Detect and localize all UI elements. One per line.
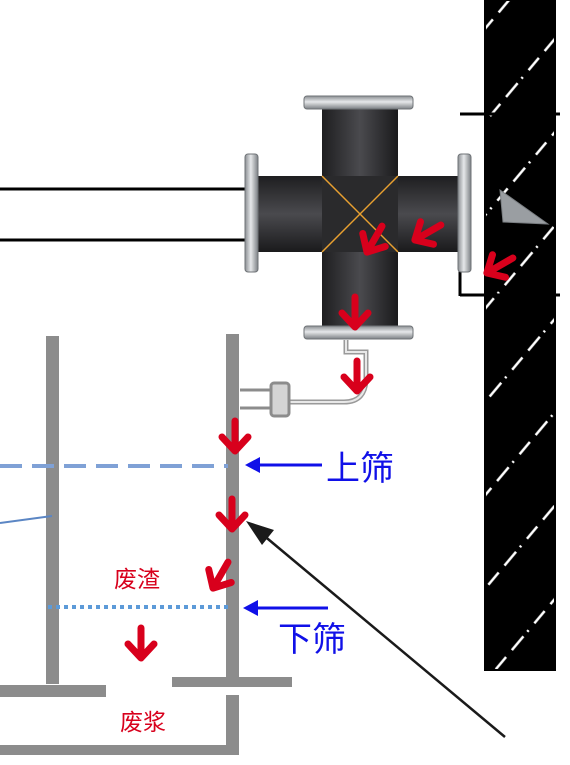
separator-diagram: 上筛 下筛 废渣 废浆 (0, 0, 570, 765)
tank-walls (0, 334, 292, 755)
hatched-wall (484, 0, 556, 671)
lower-screen-label: 下筛 (278, 620, 346, 660)
inlet-pipe-rails (0, 187, 248, 242)
lower-screen-pointer-arrow (243, 600, 328, 616)
upper-screen-line (0, 464, 228, 524)
upper-screen-pointer-arrow (245, 457, 322, 473)
valve-icon (269, 381, 291, 418)
upper-screen-label: 上筛 (326, 449, 394, 489)
waste-slurry-label: 废浆 (120, 710, 166, 736)
waste-residue-label: 废渣 (114, 567, 160, 593)
